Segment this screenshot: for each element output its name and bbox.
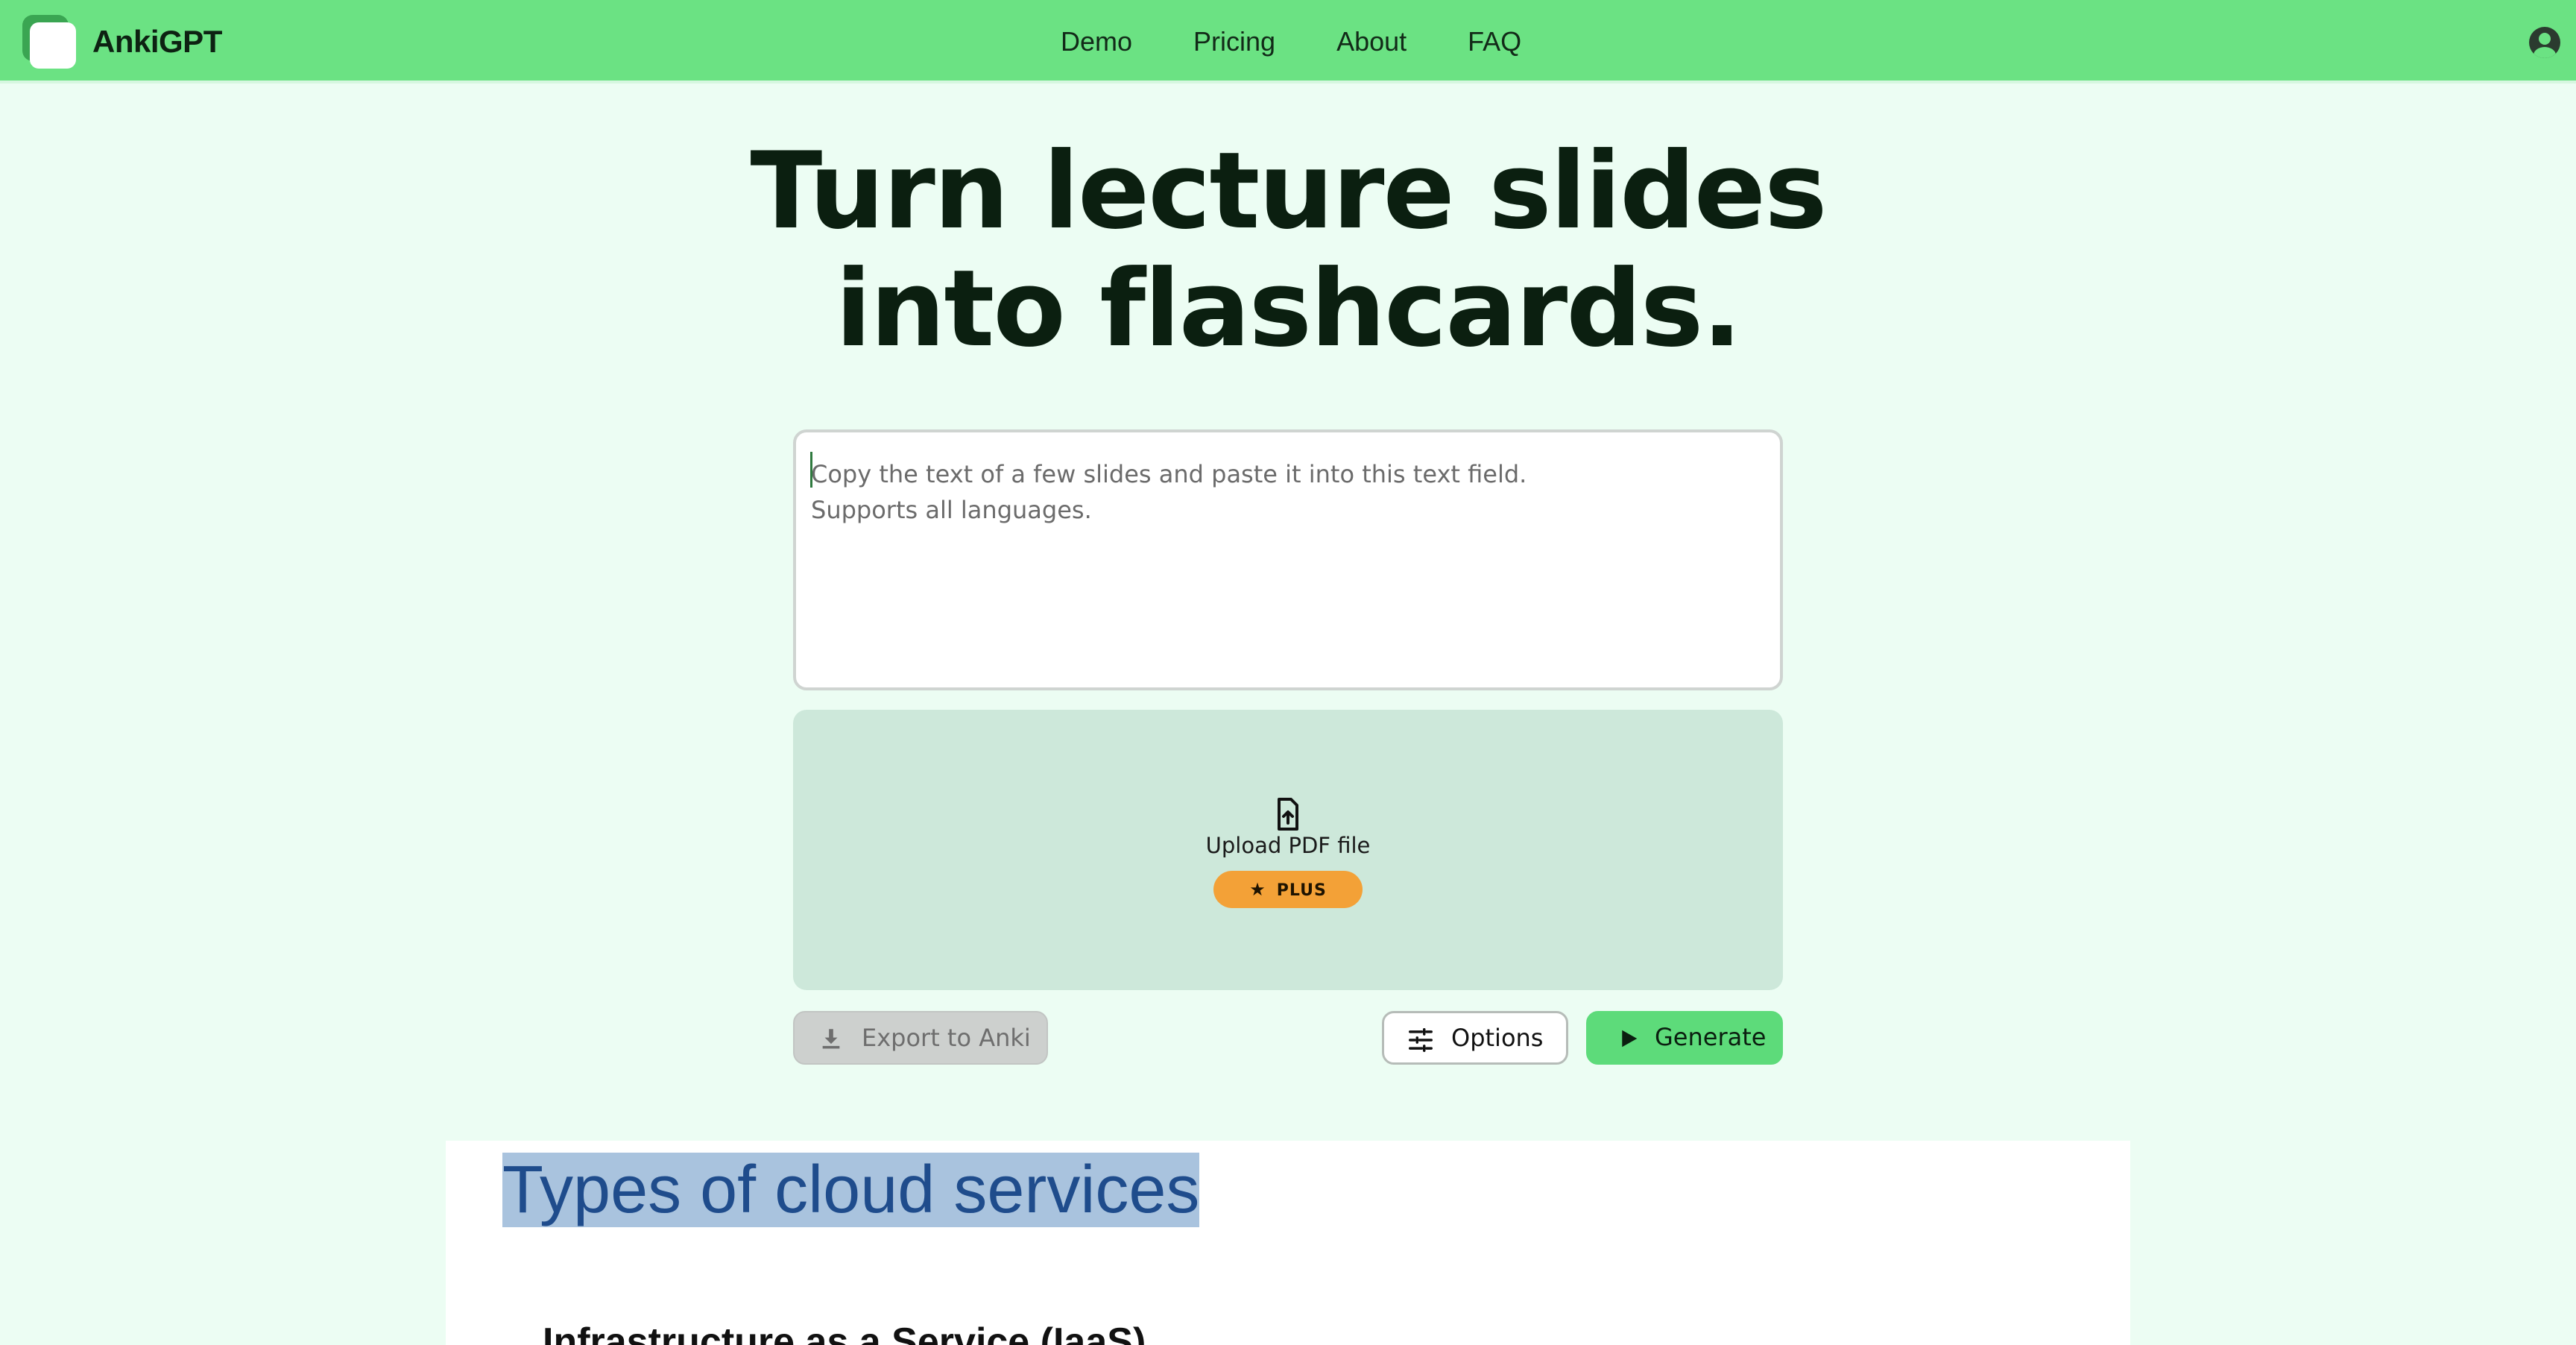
- account-icon[interactable]: [2529, 27, 2560, 58]
- options-label: Options: [1451, 1024, 1544, 1052]
- star-icon: ★: [1249, 879, 1266, 900]
- download-icon: [822, 1029, 840, 1049]
- logo-front-card: [30, 22, 76, 69]
- play-icon: [1622, 1030, 1638, 1048]
- slide-subtitle: Infrastructure as a Service (IaaS): [543, 1320, 1146, 1345]
- export-to-anki-button[interactable]: Export to Anki: [793, 1011, 1048, 1065]
- nav-link-demo[interactable]: Demo: [1061, 22, 1132, 61]
- upload-label: Upload PDF file: [1205, 833, 1371, 858]
- hero-line-1: Turn lecture slides: [750, 130, 1827, 253]
- account-icon-head: [2539, 33, 2551, 45]
- nav-link-pricing[interactable]: Pricing: [1193, 22, 1275, 61]
- brand-name[interactable]: AnkiGPT: [92, 22, 222, 61]
- account-icon-body: [2534, 47, 2556, 58]
- options-button[interactable]: Options: [1382, 1011, 1568, 1065]
- nav-link-about[interactable]: About: [1336, 22, 1407, 61]
- slide-title: Types of cloud services: [502, 1153, 1200, 1227]
- text-caret: [810, 452, 812, 488]
- demo-slide-preview: Types of cloud services Infrastructure a…: [446, 1141, 2130, 1345]
- logo-icon[interactable]: [22, 15, 76, 70]
- upload-pdf-dropzone[interactable]: Upload PDF file ★ PLUS: [793, 710, 1783, 990]
- hero-heading: Turn lecture slides into flashcards.: [0, 133, 2576, 368]
- top-navbar: AnkiGPT Demo Pricing About FAQ: [0, 0, 2576, 84]
- hero-line-2: into flashcards.: [835, 248, 1743, 371]
- slides-text-input[interactable]: [793, 429, 1783, 690]
- generate-label: Generate: [1655, 1023, 1767, 1051]
- plus-badge-label: PLUS: [1276, 881, 1327, 900]
- generate-button[interactable]: Generate: [1586, 1011, 1783, 1065]
- main-nav: Demo Pricing About FAQ: [1061, 22, 1521, 61]
- export-to-anki-label: Export to Anki: [862, 1024, 1031, 1052]
- sliders-icon: [1409, 1028, 1433, 1052]
- nav-link-faq[interactable]: FAQ: [1468, 22, 1521, 61]
- plus-badge: ★ PLUS: [1213, 871, 1363, 908]
- file-upload-icon: [1278, 798, 1298, 831]
